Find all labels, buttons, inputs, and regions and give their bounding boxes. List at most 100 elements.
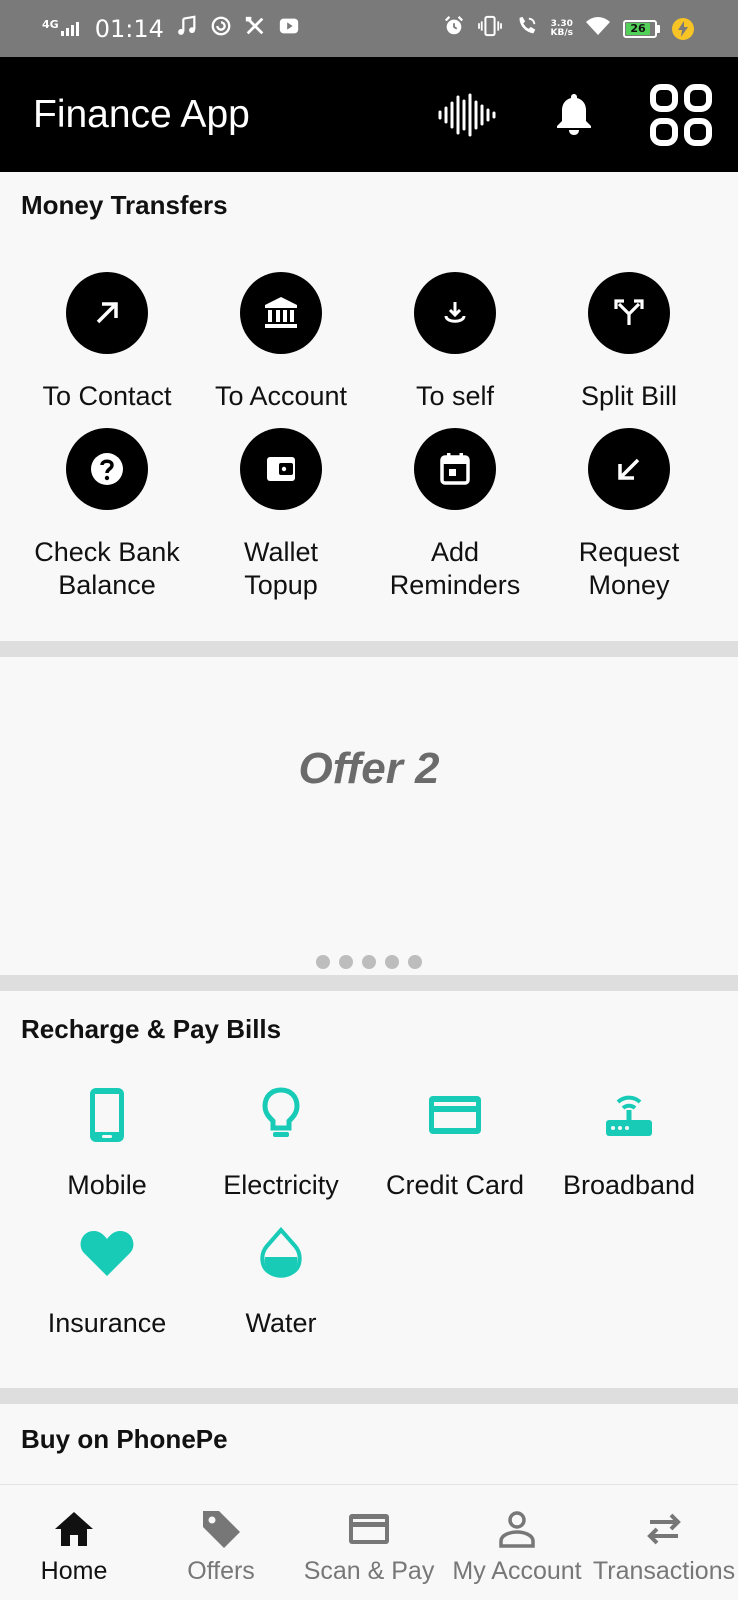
nav-scan-pay[interactable]: Scan & Pay bbox=[304, 1485, 434, 1600]
tile-label: Insurance bbox=[47, 1308, 167, 1338]
label-line: Money bbox=[588, 570, 670, 600]
battery-icon: 26 bbox=[623, 19, 660, 38]
calendar-icon bbox=[414, 428, 496, 510]
label-line: Check Bank bbox=[34, 537, 180, 567]
router-icon bbox=[589, 1075, 669, 1155]
nav-offers[interactable]: Offers bbox=[171, 1485, 271, 1600]
nav-label: Offers bbox=[187, 1557, 255, 1585]
home-icon bbox=[53, 1507, 95, 1551]
carousel-indicator bbox=[0, 955, 738, 969]
charging-icon bbox=[672, 17, 694, 40]
arrow-down-left-icon bbox=[588, 428, 670, 510]
to-account-tile[interactable]: To Account bbox=[189, 272, 373, 413]
app-title: Finance App bbox=[33, 92, 250, 136]
alarm-icon bbox=[443, 15, 465, 42]
water-drop-icon bbox=[241, 1213, 321, 1293]
arrow-up-right-icon bbox=[66, 272, 148, 354]
tile-label: Split Bill bbox=[580, 381, 678, 411]
download-icon bbox=[414, 272, 496, 354]
tile-label: To self bbox=[415, 381, 495, 411]
section-divider bbox=[0, 975, 738, 991]
app-bar: Finance App bbox=[0, 57, 738, 172]
split-arrows-icon bbox=[588, 272, 670, 354]
swap-arrows-icon bbox=[644, 1507, 684, 1551]
tile-label: To Account bbox=[214, 381, 348, 411]
insurance-tile[interactable]: Insurance bbox=[15, 1213, 199, 1340]
to-contact-tile[interactable]: To Contact bbox=[15, 272, 199, 413]
grid-menu-icon[interactable] bbox=[648, 82, 714, 148]
voice-wave-icon[interactable] bbox=[436, 93, 498, 137]
section-title: Recharge & Pay Bills bbox=[21, 1014, 282, 1044]
wallet-topup-tile[interactable]: Wallet Topup bbox=[189, 428, 373, 602]
tile-label: Add Reminders bbox=[390, 536, 521, 602]
nav-label: Home bbox=[40, 1557, 108, 1585]
split-bill-tile[interactable]: Split Bill bbox=[537, 272, 721, 413]
bulb-icon bbox=[241, 1075, 321, 1155]
section-title: Money Transfers bbox=[21, 190, 228, 220]
label-line: Reminders bbox=[389, 570, 521, 600]
tile-label: Wallet Topup bbox=[244, 536, 318, 602]
nav-label: My Account bbox=[452, 1557, 582, 1585]
youtube-icon bbox=[278, 15, 300, 42]
request-money-tile[interactable]: Request Money bbox=[537, 428, 721, 602]
section-divider bbox=[0, 1388, 738, 1404]
wifi-icon bbox=[585, 16, 611, 41]
person-icon bbox=[497, 1507, 537, 1551]
carousel-dot[interactable] bbox=[339, 955, 353, 969]
tools-icon bbox=[244, 15, 266, 42]
tile-label: Electricity bbox=[223, 1170, 339, 1200]
nav-transactions[interactable]: Transactions bbox=[593, 1485, 735, 1600]
electricity-tile[interactable]: Electricity bbox=[189, 1075, 373, 1202]
offer-banner[interactable]: Offer 2 bbox=[0, 657, 738, 975]
label-line: Add bbox=[430, 537, 480, 567]
vibrate-icon bbox=[477, 15, 503, 42]
nav-home[interactable]: Home bbox=[24, 1485, 124, 1600]
network-type: 4G bbox=[42, 17, 59, 31]
label-line: Request bbox=[578, 537, 680, 567]
status-bar: 4G 01:14 3.30 KB/s 26 bbox=[0, 0, 738, 57]
tile-label: To Contact bbox=[42, 381, 172, 411]
bank-icon bbox=[240, 272, 322, 354]
water-tile[interactable]: Water bbox=[189, 1213, 373, 1340]
tile-label: Check Bank Balance bbox=[34, 536, 180, 602]
status-bar-left: 4G 01:14 bbox=[42, 15, 300, 43]
label-line: Wallet bbox=[243, 537, 318, 567]
tile-label: Mobile bbox=[67, 1170, 147, 1200]
tag-icon bbox=[199, 1507, 243, 1551]
wallet-icon bbox=[240, 428, 322, 510]
nav-label: Scan & Pay bbox=[303, 1557, 435, 1585]
broadband-tile[interactable]: Broadband bbox=[537, 1075, 721, 1202]
speed-unit: KB/s bbox=[550, 27, 573, 38]
battery-level: 26 bbox=[626, 22, 650, 35]
tile-label: Water bbox=[245, 1308, 317, 1338]
carousel-dot[interactable] bbox=[408, 955, 422, 969]
to-self-tile[interactable]: To self bbox=[363, 272, 547, 413]
carousel-dot[interactable] bbox=[385, 955, 399, 969]
recharge-section: Recharge & Pay Bills Mobile Electricity … bbox=[0, 991, 738, 1388]
credit-card-tile[interactable]: Credit Card bbox=[363, 1075, 547, 1202]
check-bank-balance-tile[interactable]: Check Bank Balance bbox=[15, 428, 199, 602]
question-circle-icon bbox=[66, 428, 148, 510]
tile-label: Credit Card bbox=[385, 1170, 525, 1200]
mobile-tile[interactable]: Mobile bbox=[15, 1075, 199, 1202]
bell-icon[interactable] bbox=[554, 91, 594, 137]
music-icon bbox=[176, 15, 198, 42]
carousel-dot[interactable] bbox=[362, 955, 376, 969]
money-transfers-section: Money Transfers To Contact To Account To… bbox=[0, 172, 738, 642]
card-icon bbox=[347, 1507, 391, 1551]
network-speed: 3.30 KB/s bbox=[550, 19, 573, 38]
section-divider bbox=[0, 641, 738, 657]
tile-label: Request Money bbox=[579, 536, 680, 602]
nav-label: Transactions bbox=[592, 1557, 736, 1585]
signal-icon: 4G bbox=[42, 17, 83, 36]
label-line: Topup bbox=[244, 570, 318, 600]
add-reminders-tile[interactable]: Add Reminders bbox=[363, 428, 547, 602]
label-line: Balance bbox=[58, 570, 156, 600]
sync-icon bbox=[210, 15, 232, 42]
credit-card-icon bbox=[415, 1075, 495, 1155]
carousel-dot[interactable] bbox=[316, 955, 330, 969]
clock: 01:14 bbox=[94, 14, 164, 43]
offer-text: Offer 2 bbox=[298, 744, 440, 793]
nav-my-account[interactable]: My Account bbox=[450, 1485, 584, 1600]
status-bar-right: 3.30 KB/s 26 bbox=[443, 15, 694, 42]
